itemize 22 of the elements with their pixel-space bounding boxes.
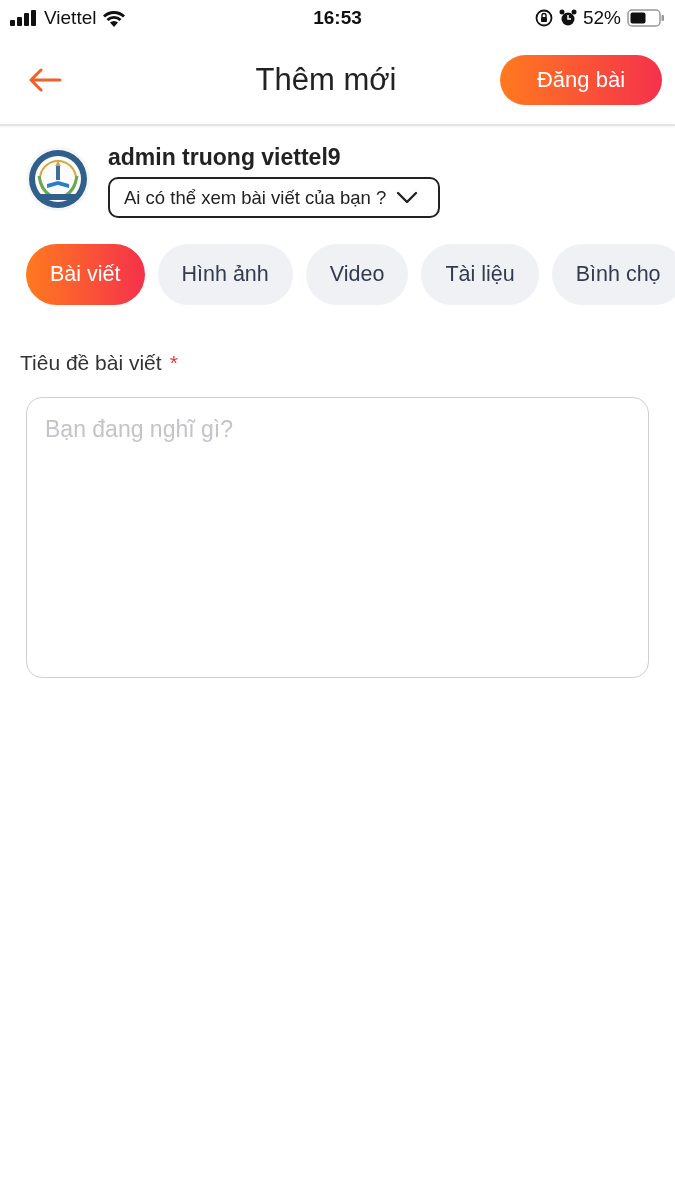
audience-dropdown[interactable]: Ai có thể xem bài viết của bạn ? [108,177,441,218]
battery-percent: 52% [582,7,621,29]
field-label: Tiêu đề bài viết [20,351,162,375]
clock-time: 16:53 [313,7,362,29]
carrier-name: Viettel [44,7,97,29]
rotation-lock-icon [534,9,553,27]
post-type-tab[interactable]: Bình chọ [551,244,675,305]
author-name: admin truong viettel9 [108,144,342,171]
post-type-tab[interactable]: Hình ảnh [157,244,293,305]
alarm-icon [558,9,577,27]
wifi-icon [102,9,127,27]
post-type-tab[interactable]: Bài viết [26,244,145,305]
battery-icon [627,9,665,27]
chevron-down-icon [396,190,419,205]
signal-icon [10,10,38,26]
post-type-tab[interactable]: Video [305,244,409,305]
post-button[interactable]: Đăng bài [500,55,662,105]
required-mark: * [169,351,178,375]
page-title: Thêm mới [254,62,398,98]
post-type-tab[interactable]: Tài liệu [421,244,539,305]
back-arrow-icon[interactable] [28,68,62,92]
title-input-field[interactable]: Bạn đang nghĩ gì? [26,397,649,678]
